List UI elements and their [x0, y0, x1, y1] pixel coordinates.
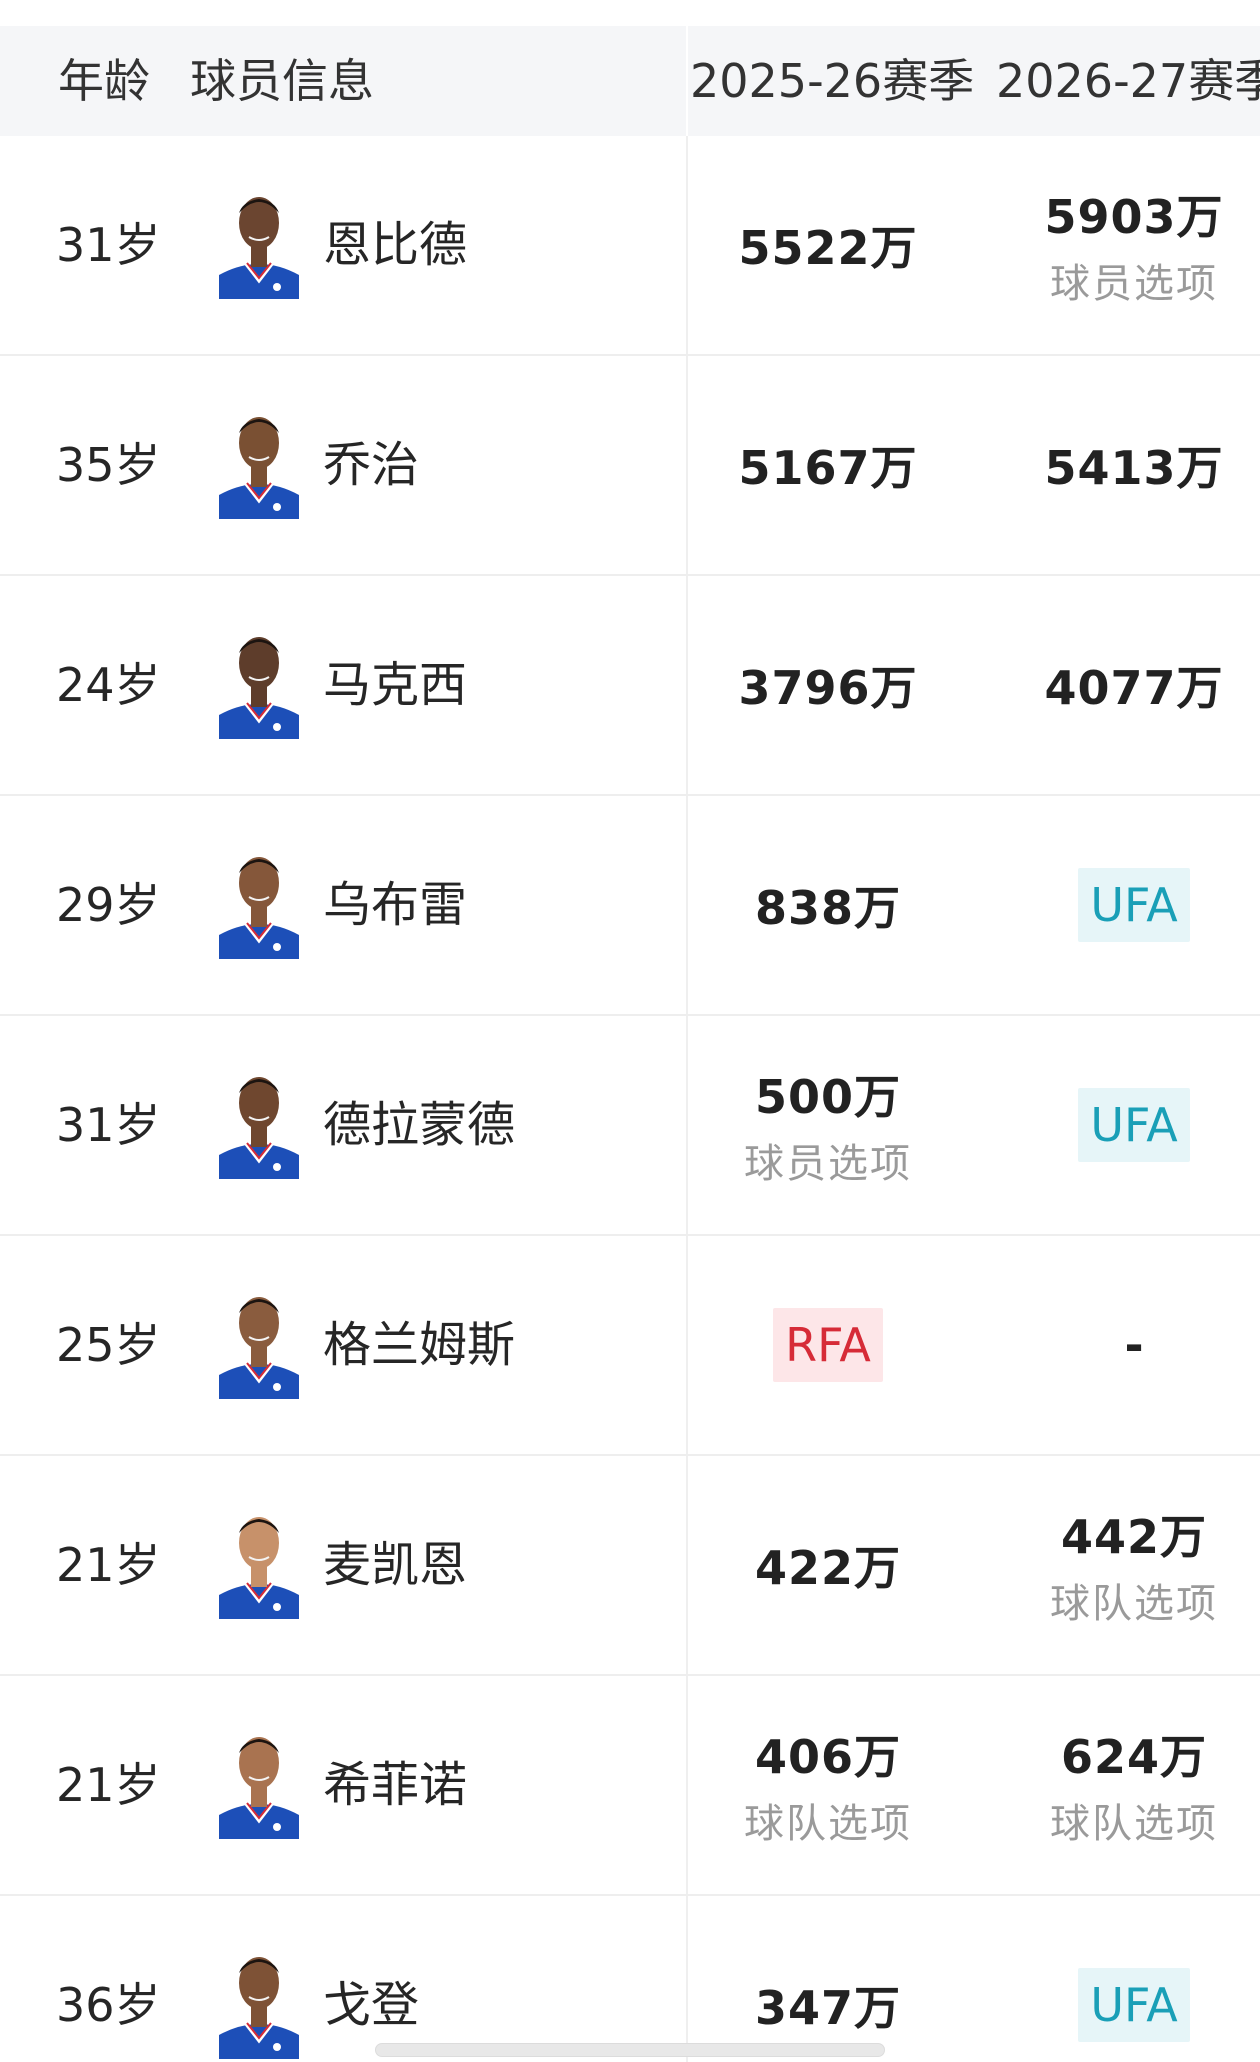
ufa-badge: UFA — [1078, 1088, 1190, 1162]
player-age: 35岁 — [56, 438, 161, 492]
table-row[interactable]: 21岁 麦凯恩 422万 442万球队选项 — [0, 1456, 1260, 1676]
option-note: 球队选项 — [1050, 1801, 1218, 1847]
table-row[interactable]: 36岁 戈登 347万 UFA — [0, 1896, 1260, 2062]
header-player-info: 球员信息 — [190, 54, 374, 108]
season-2025-26-cell: 5522万 — [678, 136, 978, 354]
ufa-badge: UFA — [1078, 868, 1190, 942]
table-row[interactable]: 31岁 德拉蒙德 500万球员选项 UFA — [0, 1016, 1260, 1236]
season-2026-27-cell: UFA — [984, 796, 1260, 1014]
option-note: 球员选项 — [744, 1141, 912, 1187]
season-2026-27-cell: UFA — [984, 1896, 1260, 2062]
header-season-2026-27: 2026-27赛季 — [996, 54, 1260, 108]
salary-amount: 624万 — [1060, 1730, 1208, 1784]
contract-table: 年龄 球员信息 2025-26赛季 2026-27赛季 31岁 恩比德 5522万 5… — [0, 0, 1260, 2062]
player-age: 31岁 — [56, 218, 161, 272]
table-header: 年龄 球员信息 2025-26赛季 2026-27赛季 — [0, 26, 1260, 136]
season-2025-26-cell: 3796万 — [678, 576, 978, 794]
empty-value: - — [1124, 1318, 1144, 1372]
top-spacer — [0, 0, 1260, 26]
salary-amount: 406万 — [754, 1730, 902, 1784]
player-name[interactable]: 德拉蒙德 — [323, 1016, 515, 1234]
option-note: 球员选项 — [1050, 261, 1218, 307]
salary-amount: 5522万 — [738, 221, 918, 275]
salary-amount: 4077万 — [1044, 661, 1224, 715]
salary-amount: 5903万 — [1044, 190, 1224, 244]
avatar[interactable] — [215, 1723, 303, 1839]
table-row[interactable]: 21岁 希菲诺 406万 球队选项 624万 球队选项 — [0, 1676, 1260, 1896]
season-2026-27-cell: 5413万 — [984, 356, 1260, 574]
avatar[interactable] — [215, 1943, 303, 2059]
table-row[interactable]: 25岁 格兰姆斯 RFA - — [0, 1236, 1260, 1456]
table-row[interactable]: 35岁 乔治 5167万 5413万 — [0, 356, 1260, 576]
salary-amount: 422万 — [754, 1541, 902, 1595]
player-photo-icon — [219, 197, 299, 299]
player-photo-icon — [219, 1517, 299, 1619]
avatar[interactable] — [215, 1283, 303, 1399]
season-2025-26-cell: 406万球队选项 — [678, 1676, 978, 1894]
season-2026-27-cell: 624万球队选项 — [984, 1676, 1260, 1894]
avatar[interactable] — [215, 843, 303, 959]
player-photo-icon — [219, 637, 299, 739]
player-name[interactable]: 乔治 — [323, 356, 419, 574]
player-photo-icon — [219, 1077, 299, 1179]
player-age: 36岁 — [56, 1978, 161, 2032]
season-2025-26-cell: 838万 — [678, 796, 978, 1014]
season-2025-26-cell: 422万 — [678, 1456, 978, 1674]
player-age: 25岁 — [56, 1318, 161, 1372]
season-2025-26-cell: 500万球员选项 — [678, 1016, 978, 1234]
salary-amount: 5413万 — [1044, 441, 1224, 495]
salary-amount: 3796万 — [738, 661, 918, 715]
player-name[interactable]: 马克西 — [323, 576, 467, 794]
table-body: 31岁 恩比德 5522万 5903万球员选项 35岁 乔治 5167万 5413万 24岁 马克… — [0, 136, 1260, 2062]
horizontal-scrollbar[interactable] — [375, 2043, 885, 2057]
option-note: 球队选项 — [1050, 1581, 1218, 1627]
header-age: 年龄 — [58, 54, 150, 108]
player-photo-icon — [219, 417, 299, 519]
table-row[interactable]: 29岁 乌布雷 838万 UFA — [0, 796, 1260, 1016]
player-age: 21岁 — [56, 1758, 161, 1812]
salary-amount: 442万 — [1060, 1510, 1208, 1564]
player-name[interactable]: 希菲诺 — [323, 1676, 467, 1894]
header-season-2025-26: 2025-26赛季 — [690, 54, 975, 108]
player-name[interactable]: 乌布雷 — [323, 796, 467, 1014]
season-2025-26-cell: 5167万 — [678, 356, 978, 574]
player-age: 31岁 — [56, 1098, 161, 1152]
table-row[interactable]: 24岁 马克西 3796万 4077万 — [0, 576, 1260, 796]
season-2026-27-cell: 4077万 — [984, 576, 1260, 794]
player-age: 24岁 — [56, 658, 161, 712]
table-row[interactable]: 31岁 恩比德 5522万 5903万球员选项 — [0, 136, 1260, 356]
avatar[interactable] — [215, 623, 303, 739]
salary-amount: 500万 — [754, 1070, 902, 1124]
option-note: 球队选项 — [744, 1801, 912, 1847]
ufa-badge: UFA — [1078, 1968, 1190, 2042]
avatar[interactable] — [215, 1503, 303, 1619]
salary-amount: 5167万 — [738, 441, 918, 495]
column-divider — [686, 26, 688, 136]
salary-amount: 838万 — [754, 881, 902, 935]
avatar[interactable] — [215, 1063, 303, 1179]
player-age: 21岁 — [56, 1538, 161, 1592]
season-2026-27-cell: UFA — [984, 1016, 1260, 1234]
player-photo-icon — [219, 857, 299, 959]
season-2026-27-cell: 5903万球员选项 — [984, 136, 1260, 354]
avatar[interactable] — [215, 403, 303, 519]
avatar[interactable] — [215, 183, 303, 299]
player-photo-icon — [219, 1737, 299, 1839]
season-2026-27-cell: 442万球队选项 — [984, 1456, 1260, 1674]
salary-amount: 347万 — [754, 1981, 902, 2035]
season-2025-26-cell: RFA — [678, 1236, 978, 1454]
season-2026-27-cell: - — [984, 1236, 1260, 1454]
player-name[interactable]: 麦凯恩 — [323, 1456, 467, 1674]
rfa-badge: RFA — [773, 1308, 883, 1382]
player-age: 29岁 — [56, 878, 161, 932]
player-photo-icon — [219, 1297, 299, 1399]
player-name[interactable]: 戈登 — [323, 1896, 419, 2062]
player-name[interactable]: 恩比德 — [323, 136, 467, 354]
season-2025-26-cell: 347万 — [678, 1896, 978, 2062]
player-name[interactable]: 格兰姆斯 — [323, 1236, 515, 1454]
player-photo-icon — [219, 1957, 299, 2059]
